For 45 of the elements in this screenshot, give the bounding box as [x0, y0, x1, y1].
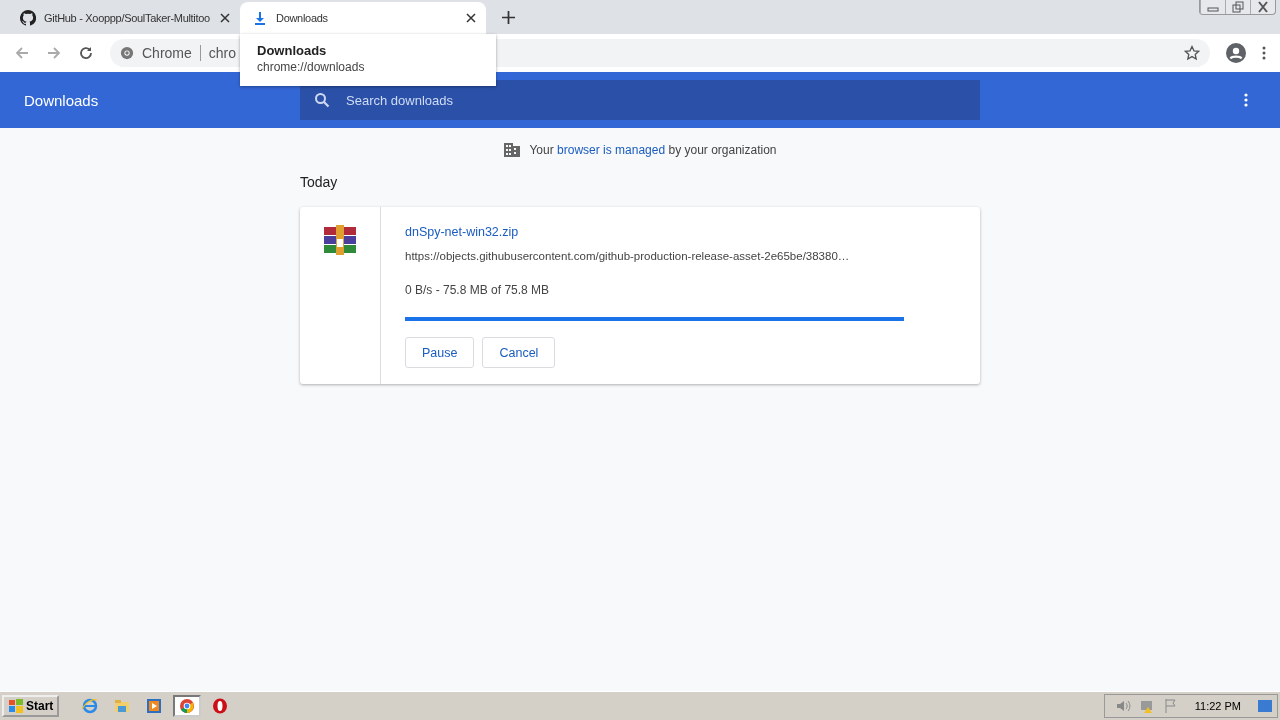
show-desktop-icon[interactable] [1257, 698, 1273, 714]
date-heading: Today [300, 174, 339, 190]
search-field[interactable]: Search downloads [300, 80, 980, 120]
start-button[interactable]: Start [2, 695, 60, 717]
window-controls[interactable] [1199, 0, 1276, 15]
folder-icon [114, 698, 131, 714]
menu-icon[interactable] [1262, 45, 1266, 61]
browser-tab[interactable]: GitHub - Xooppp/SoulTaker-Multitoo [8, 2, 240, 34]
action-button[interactable]: Pause [405, 337, 475, 368]
taskbar-app[interactable] [173, 695, 202, 717]
tab-title: Downloads [276, 12, 329, 24]
managed-link[interactable]: browser is managed [557, 143, 666, 157]
clock: 11:22 PM [1194, 700, 1241, 712]
search-icon [314, 92, 330, 108]
browser-e-icon [82, 698, 99, 714]
speaker-icon[interactable] [1114, 698, 1131, 714]
close-icon[interactable] [220, 13, 230, 23]
managed-notice: Your browser is managed by your organization [529, 143, 777, 157]
new-tab-icon[interactable] [502, 11, 515, 24]
play-icon [146, 698, 163, 714]
github-icon [20, 10, 36, 26]
reload-icon[interactable] [78, 45, 94, 61]
opera-icon [212, 698, 229, 714]
profile-icon[interactable] [1226, 43, 1246, 63]
tab-title: GitHub - Xooppp/SoulTaker-Multitoo [44, 12, 211, 24]
site-label: Chrome [142, 45, 192, 61]
browser-tab[interactable]: Downloads [240, 2, 486, 34]
address-text: chro [208, 45, 237, 61]
tooltip-title: Downloads [257, 43, 328, 58]
chrome-icon [179, 698, 196, 714]
star-icon[interactable] [1184, 45, 1200, 61]
source-url: https://objects.githubusercontent.com/github-production-release-asset-2e65be/38380… [405, 250, 851, 262]
download-icon [252, 10, 268, 26]
menu-icon[interactable] [1244, 92, 1248, 108]
chrome-icon [120, 46, 134, 60]
building-icon [503, 142, 522, 158]
download-status: 0 B/s - 75.8 MB of 75.8 MB [405, 283, 551, 297]
windows-icon [8, 698, 24, 714]
archive-icon [323, 225, 357, 255]
close-icon[interactable] [466, 13, 476, 23]
action-button[interactable]: Cancel [482, 337, 556, 368]
page-title: Downloads [24, 91, 100, 109]
file-link[interactable]: dnSpy-net-win32.zip [405, 225, 519, 239]
back-icon[interactable] [14, 45, 30, 61]
forward-icon[interactable] [46, 45, 62, 61]
